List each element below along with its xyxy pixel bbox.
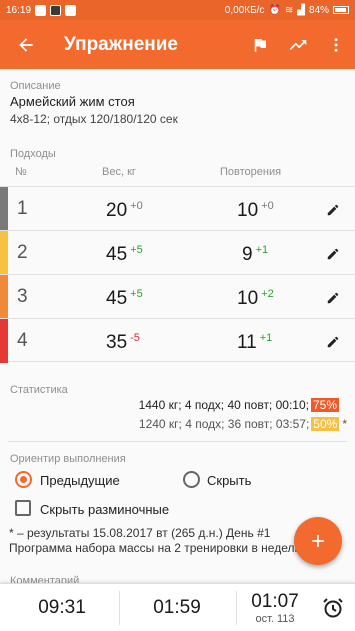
radio-hide[interactable] (183, 471, 200, 488)
set-number: 3 (17, 286, 28, 307)
notification-icon (65, 4, 77, 16)
progress-chart-button[interactable] (279, 20, 317, 69)
column-weight: Вес, кг (102, 166, 136, 178)
set-reps: 10 +0 (237, 200, 274, 221)
signal-icon: ▟ (297, 4, 305, 16)
set-number: 2 (17, 242, 28, 263)
set-number: 1 (17, 198, 28, 219)
set-reps: 10 +2 (237, 288, 274, 309)
exercise-timer[interactable]: 01:59 (122, 584, 232, 631)
plus-icon (312, 535, 324, 547)
column-number: № (15, 166, 27, 178)
flag-icon (254, 38, 266, 52)
stats-previous: 1240 кг; 4 подх; 36 повт; 03:57; 50% * (138, 417, 347, 431)
set-row[interactable]: 1 20 +0 10 +0 (0, 186, 355, 231)
stats-previous-percent: 50% (311, 417, 340, 431)
more-options-button[interactable] (317, 20, 355, 69)
pencil-icon[interactable] (326, 335, 340, 349)
rest-timer[interactable]: 01:07 ост. 113 (239, 584, 311, 631)
radio-hide-label[interactable]: Скрыть (207, 473, 251, 488)
notification-icon (35, 4, 47, 16)
set-weight: 35 -5 (106, 332, 140, 353)
set-row[interactable]: 4 35 -5 11 +1 (0, 318, 355, 363)
back-button[interactable] (0, 20, 52, 69)
page-title: Упражнение (64, 33, 178, 55)
sets-label: Подходы (10, 148, 56, 160)
notification-icon (50, 4, 62, 16)
set-color-bar (0, 187, 8, 231)
set-color-bar (0, 231, 8, 275)
status-bar: 16:19 0,00КБ/с ⏰ ≋ ▟ 84% (0, 0, 355, 20)
more-vertical-icon (334, 37, 338, 52)
hide-warmup-label[interactable]: Скрыть разминочные (40, 502, 169, 517)
radio-previous-label[interactable]: Предыдущие (40, 473, 120, 488)
stats-current: 1440 кг; 4 подх; 40 повт; 00:10; 75% (138, 398, 339, 412)
set-row[interactable]: 2 45 +5 9 +1 (0, 230, 355, 275)
description-label: Описание (10, 80, 61, 92)
radio-previous[interactable] (15, 471, 32, 488)
divider (236, 591, 237, 625)
guide-label: Ориентир выполнения (10, 453, 126, 465)
column-reps: Повторения (220, 166, 282, 178)
add-set-button[interactable] (294, 517, 342, 565)
set-reps: 9 +1 (242, 244, 269, 265)
workout-timer[interactable]: 09:31 (8, 584, 116, 631)
alarm-button[interactable] (314, 584, 352, 631)
divider (8, 441, 347, 442)
battery-percent: 84% (308, 4, 329, 16)
battery-icon (333, 6, 349, 14)
wifi-icon: ≋ (284, 4, 294, 16)
exercise-plan[interactable]: 4x8-12; отдых 120/180/120 сек (10, 112, 178, 126)
exercise-name[interactable]: Армейский жим стоя (10, 94, 135, 109)
pencil-icon[interactable] (326, 291, 340, 305)
stats-current-percent: 75% (310, 398, 339, 412)
sets-table-header: № Вес, кг Повторения (0, 166, 355, 182)
stats-label: Статистика (10, 384, 68, 396)
pencil-icon[interactable] (326, 247, 340, 261)
flag-button[interactable] (241, 20, 279, 69)
network-speed: 0,00КБ/с (224, 4, 265, 16)
set-color-bar (0, 319, 8, 363)
set-row[interactable]: 3 45 +5 10 +2 (0, 274, 355, 319)
set-color-bar (0, 275, 8, 319)
alarm-clock-icon (323, 598, 343, 618)
set-reps: 11 +1 (237, 332, 273, 353)
set-weight: 45 +5 (106, 244, 143, 265)
timer-bar: 09:31 01:59 01:07 ост. 113 (0, 583, 355, 631)
set-weight: 45 +5 (106, 288, 143, 309)
status-time: 16:19 (6, 4, 32, 16)
footnote-date: * – результаты 15.08.2017 вт (265 д.н.) … (9, 526, 271, 540)
app-bar: Упражнение (0, 20, 355, 69)
hide-warmup-checkbox[interactable] (15, 500, 31, 516)
set-weight: 20 +0 (106, 200, 143, 221)
trending-up-icon (289, 39, 307, 50)
divider (119, 591, 120, 625)
alarm-status-icon: ⏰ (268, 4, 281, 16)
footnote-program: Программа набора массы на 2 тренировки в… (9, 541, 304, 555)
pencil-icon[interactable] (326, 203, 340, 217)
set-number: 4 (17, 330, 28, 351)
arrow-left-icon (19, 37, 33, 52)
